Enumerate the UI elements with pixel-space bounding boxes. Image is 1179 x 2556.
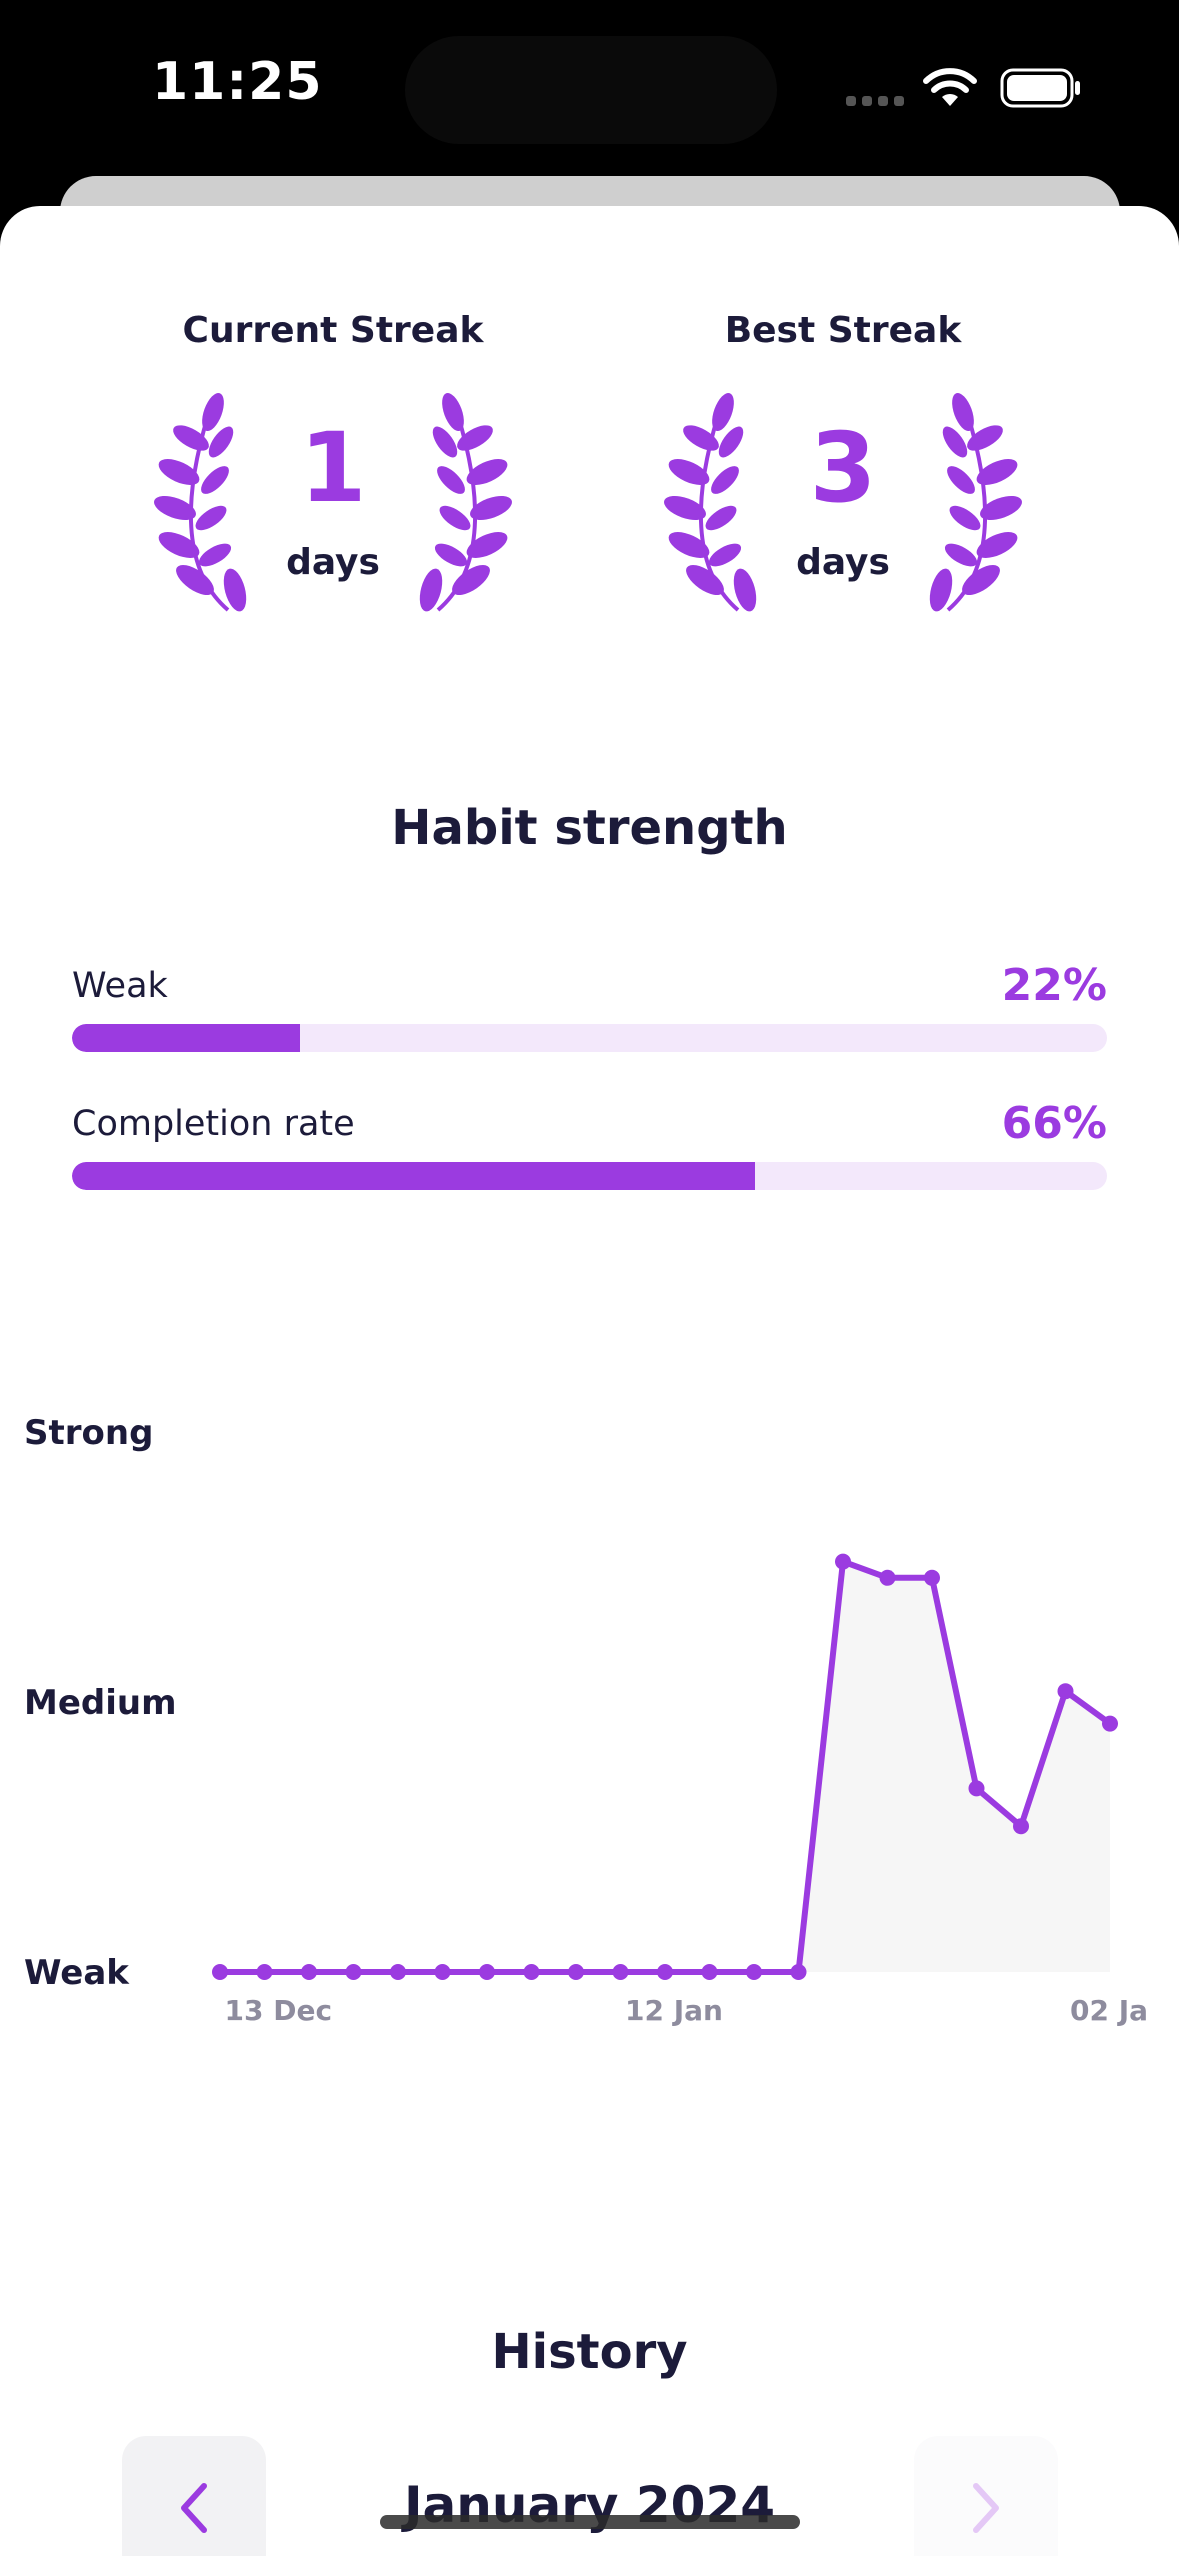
strength-progress-fill — [72, 1024, 300, 1052]
chart-data-point — [568, 1964, 584, 1980]
chart-data-point — [879, 1569, 896, 1586]
strength-percent: 22% — [1001, 960, 1107, 1011]
chart-data-point — [612, 1964, 629, 1980]
chart-data-point — [1013, 1818, 1029, 1835]
x-tick-label: 12 Jan — [625, 1994, 723, 2027]
battery-icon — [1000, 68, 1080, 108]
x-tick-label: 02 Ja — [1070, 1994, 1148, 2027]
completion-rate-percent: 66% — [1001, 1098, 1107, 1149]
chart-data-point — [1057, 1683, 1074, 1700]
laurel-right-icon — [419, 392, 512, 612]
chart-data-point — [301, 1964, 317, 1980]
chart-data-point — [345, 1964, 362, 1980]
cellular-signal-icon — [846, 96, 904, 106]
home-indicator — [380, 2515, 800, 2529]
y-level-label: Medium — [24, 1683, 177, 1723]
chart-data-point — [1102, 1715, 1118, 1732]
chevron-right-icon — [973, 2483, 999, 2533]
best-streak-title: Best Streak — [724, 310, 962, 351]
strength-progress-bar — [72, 1024, 1107, 1052]
chart-data-point — [256, 1964, 273, 1980]
completion-rate-label: Completion rate — [72, 1104, 355, 1144]
chart-data-point — [479, 1964, 495, 1980]
chart-area-fill — [220, 1561, 1110, 1972]
chart-data-point — [523, 1964, 540, 1980]
y-level-label: Weak — [24, 1953, 130, 1993]
chart-data-point — [790, 1964, 807, 1980]
status-bar: 11:25 — [0, 0, 1179, 180]
wifi-icon — [923, 68, 977, 106]
chart-data-point — [968, 1780, 985, 1797]
strength-label: Weak — [72, 966, 168, 1006]
dynamic-island — [405, 36, 777, 144]
chart-data-point — [746, 1964, 762, 1980]
chart-data-point — [657, 1964, 673, 1980]
best-streak-card: Best Streak 3 days — [663, 310, 1023, 620]
chart-data-point — [390, 1964, 406, 1980]
chart-data-point — [434, 1964, 451, 1980]
completion-rate-progress-bar — [72, 1162, 1107, 1190]
chart-data-point — [835, 1553, 851, 1570]
chart-data-point — [701, 1964, 718, 1980]
status-time: 11:25 — [152, 52, 323, 112]
chart-data-point — [212, 1964, 228, 1980]
current-streak-title: Current Streak — [182, 310, 484, 351]
habit-strength-chart: Weak Medium Strong 13 Dec 12 Jan 02 Ja — [24, 1413, 1148, 2027]
x-tick-label: 13 Dec — [225, 1994, 333, 2027]
history-title: History — [491, 2324, 688, 2380]
y-level-label: Strong — [24, 1413, 153, 1453]
habit-strength-title: Habit strength — [391, 800, 788, 856]
chart-data-point — [924, 1569, 940, 1586]
laurel-right-icon — [929, 392, 1022, 612]
current-streak-card: Current Streak 1 days — [153, 310, 513, 620]
next-month-button[interactable] — [914, 2436, 1058, 2556]
completion-rate-progress-fill — [72, 1162, 756, 1190]
